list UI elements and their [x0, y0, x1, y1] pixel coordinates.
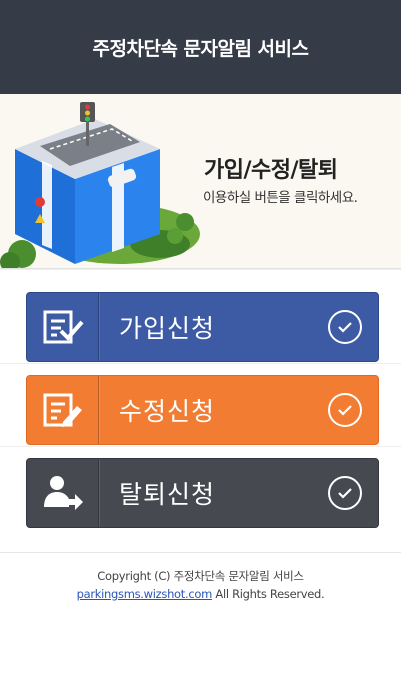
document-edit-icon [27, 376, 99, 444]
banner-title: 가입/수정/탈퇴 [204, 158, 338, 183]
divider [0, 363, 401, 364]
check-icon [328, 476, 362, 510]
banner: 가입/수정/탈퇴 이용하실 버튼을 클릭하세요. [0, 94, 401, 269]
footer-divider [0, 552, 401, 553]
footer-rights: parkingsms.wizshot.com All Rights Reserv… [0, 587, 401, 601]
divider [0, 446, 401, 447]
banner-subtitle: 이용하실 버튼을 클릭하세요. [203, 190, 358, 206]
check-icon [328, 310, 362, 344]
edit-button[interactable]: 수정신청 [26, 375, 379, 445]
parking-box-illustration [0, 102, 200, 268]
quit-button[interactable]: 탈퇴신청 [26, 458, 379, 528]
rights-text: All Rights Reserved. [212, 587, 325, 601]
page-title: 주정차단속 문자알림 서비스 [92, 37, 310, 60]
quit-button-label: 탈퇴신청 [119, 480, 216, 509]
divider [0, 269, 401, 270]
copyright-text: Copyright (C) 주정차단속 문자알림 서비스 [97, 569, 304, 583]
join-button[interactable]: 가입신청 [26, 292, 379, 362]
edit-button-label: 수정신청 [119, 397, 216, 426]
main-content: 가입신청 수정신청 탈퇴신청 Copyright (C) 주정차단속 문자알림 … [0, 269, 401, 697]
app-header: 주정차단속 문자알림 서비스 [0, 0, 401, 94]
check-icon [328, 393, 362, 427]
join-button-label: 가입신청 [119, 314, 216, 343]
document-check-icon [27, 293, 99, 361]
site-link[interactable]: parkingsms.wizshot.com [77, 587, 213, 601]
user-exit-icon [27, 459, 99, 527]
